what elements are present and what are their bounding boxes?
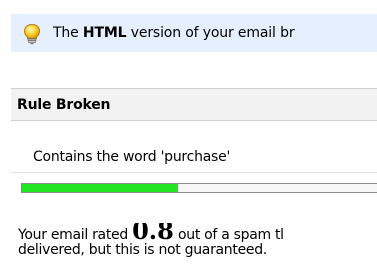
spam-score-bar-fill bbox=[22, 184, 179, 192]
spam-score-bar bbox=[21, 183, 377, 193]
notice-text: The HTML version of your email br bbox=[53, 24, 295, 42]
spam-check-panel: The HTML version of your email br Rule B… bbox=[0, 0, 377, 276]
rule-broken-title: Rule Broken bbox=[17, 97, 111, 113]
spam-rating-line-1: Your email rated 0.8 out of a spam tl bbox=[18, 223, 377, 243]
spam-rating-prefix: Your email rated bbox=[18, 227, 133, 243]
spam-rating-line-2: delivered, but this is not guaranteed. bbox=[18, 242, 267, 258]
rule-divider bbox=[11, 172, 377, 173]
notice-text-end: version of your email br bbox=[126, 25, 295, 41]
html-version-notice: The HTML version of your email br bbox=[11, 14, 377, 52]
lightbulb-icon bbox=[23, 23, 41, 45]
notice-text-start: The bbox=[53, 25, 83, 41]
notice-text-bold: HTML bbox=[82, 25, 127, 41]
spam-rating-text: Your email rated 0.8 out of a spam tl de… bbox=[18, 223, 377, 258]
rule-name: Contains the word 'purchase' bbox=[33, 149, 231, 165]
spam-rating-suffix: out of a spam tl bbox=[173, 227, 284, 243]
rule-broken-header: Rule Broken bbox=[11, 88, 377, 121]
